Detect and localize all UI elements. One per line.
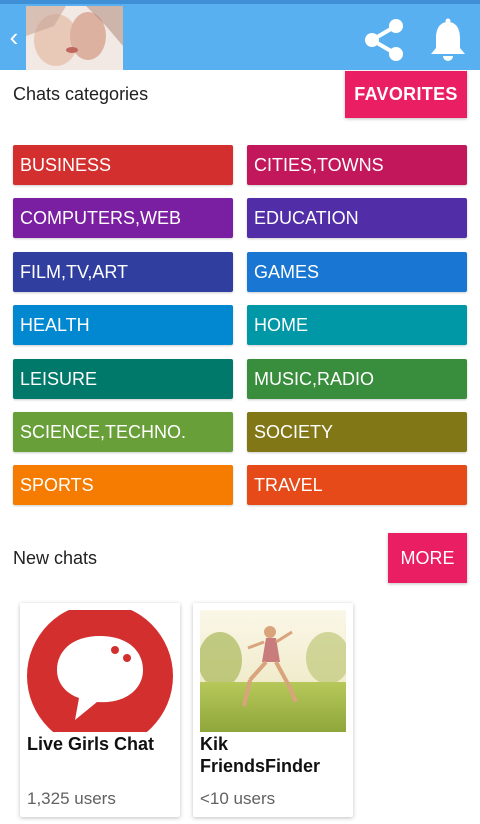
favorites-button[interactable]: FAVORITES bbox=[345, 71, 467, 118]
category-business-button[interactable]: BUSINESS bbox=[13, 145, 233, 185]
category-society-button[interactable]: SOCIETY bbox=[247, 412, 467, 452]
category-leisure-button[interactable]: LEISURE bbox=[13, 359, 233, 399]
chat-card-users: 1,325 users bbox=[27, 789, 116, 808]
bell-icon[interactable] bbox=[428, 18, 468, 62]
avatar[interactable] bbox=[26, 6, 123, 70]
chat-card-users: <10 users bbox=[200, 789, 276, 808]
speech-bubble-logo bbox=[27, 610, 173, 732]
chevron-left-icon[interactable]: ‹ bbox=[4, 22, 24, 52]
chat-card[interactable]: Live Girls Chat 1,325 users bbox=[20, 603, 180, 817]
girl-running-in-field-photo bbox=[200, 610, 346, 732]
chat-card-title: Live Girls Chat bbox=[27, 734, 155, 754]
chats-categories-title: Chats categories bbox=[13, 84, 149, 104]
share-icon[interactable] bbox=[360, 16, 408, 64]
category-science-techno-button[interactable]: SCIENCE,TECHNO. bbox=[13, 412, 233, 452]
category-computers-web-button[interactable]: COMPUTERS,WEB bbox=[13, 198, 233, 238]
chat-card-title: Kik FriendsFinder bbox=[200, 734, 321, 776]
new-chats-title: New chats bbox=[13, 548, 98, 568]
app-bar: ‹ bbox=[0, 0, 480, 70]
category-sports-button[interactable]: SPORTS bbox=[13, 465, 233, 505]
category-film-tv-art-button[interactable]: FILM,TV,ART bbox=[13, 252, 233, 292]
category-travel-button[interactable]: TRAVEL bbox=[247, 465, 467, 505]
category-music-radio-button[interactable]: MUSIC,RADIO bbox=[247, 359, 467, 399]
more-button[interactable]: MORE bbox=[388, 533, 467, 583]
category-cities-towns-button[interactable]: CITIES,TOWNS bbox=[247, 145, 467, 185]
category-health-button[interactable]: HEALTH bbox=[13, 305, 233, 345]
category-education-button[interactable]: EDUCATION bbox=[247, 198, 467, 238]
category-games-button[interactable]: GAMES bbox=[247, 252, 467, 292]
category-home-button[interactable]: HOME bbox=[247, 305, 467, 345]
chat-card[interactable]: Kik FriendsFinder <10 users bbox=[193, 603, 353, 817]
